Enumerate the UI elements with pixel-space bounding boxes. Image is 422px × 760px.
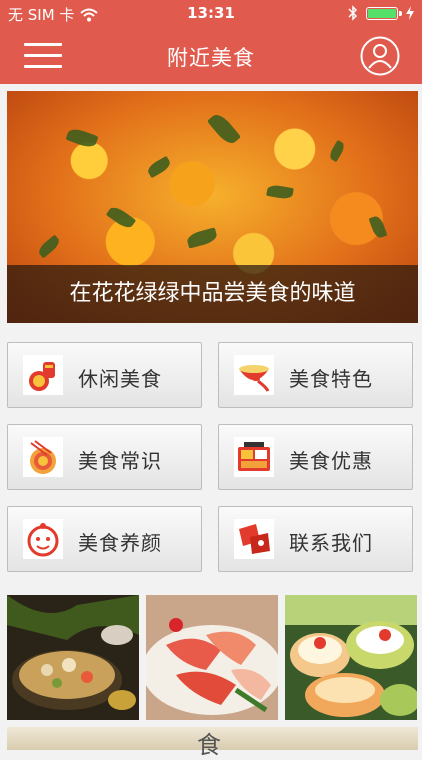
hotpot-photo[interactable] xyxy=(7,595,139,720)
status-bar: 无 SIM 卡 13:31 xyxy=(0,0,422,28)
banner-caption: 在花花绿绿中品尝美食的味道 xyxy=(7,265,418,323)
menu-item-special-food[interactable]: 美食特色 xyxy=(218,342,413,408)
menu-item-label: 美食特色 xyxy=(289,367,373,391)
menu-item-food-discount[interactable]: 美食优惠 xyxy=(218,424,413,490)
status-right xyxy=(348,5,414,21)
menu-item-food-knowledge[interactable]: 美食常识 xyxy=(7,424,202,490)
menu-item-label: 休闲美食 xyxy=(78,367,162,391)
menu-item-label: 联系我们 xyxy=(289,531,373,555)
menu-item-casual-food[interactable]: 休闲美食 xyxy=(7,342,202,408)
battery-fill xyxy=(368,8,396,18)
menu-item-label: 美食养颜 xyxy=(78,531,162,555)
bluetooth-icon xyxy=(348,5,358,21)
menu-item-contact[interactable]: 联系我们 xyxy=(218,506,413,572)
charging-bolt-icon xyxy=(406,6,414,20)
bottom-banner[interactable]: 食 xyxy=(7,727,418,759)
food-knowledge-icon xyxy=(23,437,63,477)
melon-dessert-photo[interactable] xyxy=(285,595,417,720)
food-discount-icon xyxy=(234,437,274,477)
battery-icon xyxy=(366,6,402,20)
user-profile-icon[interactable] xyxy=(360,36,400,76)
menu-item-label: 美食常识 xyxy=(78,449,162,473)
hero-banner[interactable]: 在花花绿绿中品尝美食的味道 xyxy=(7,91,418,323)
contact-icon xyxy=(234,519,274,559)
sashimi-photo[interactable] xyxy=(146,595,278,720)
casual-food-icon xyxy=(23,355,63,395)
menu-item-food-beauty[interactable]: 美食养颜 xyxy=(7,506,202,572)
bottom-banner-glyph: 食 xyxy=(197,731,221,759)
special-food-icon xyxy=(234,355,274,395)
menu-item-label: 美食优惠 xyxy=(289,449,373,473)
food-beauty-icon xyxy=(23,519,63,559)
nav-bar: 附近美食 xyxy=(0,28,422,84)
page-title: 附近美食 xyxy=(167,46,255,70)
